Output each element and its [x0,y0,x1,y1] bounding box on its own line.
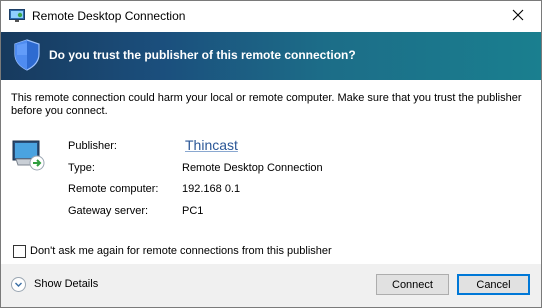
title-bar: Remote Desktop Connection [1,1,541,32]
gateway-label: Gateway server: [68,205,149,217]
trust-banner: Do you trust the publisher of this remot… [1,32,541,80]
rdp-trust-dialog: Remote Desktop Connection Do you trust t… [0,0,542,308]
type-label: Type: [68,162,95,174]
cancel-button[interactable]: Cancel [457,274,530,295]
shield-icon [13,39,41,71]
remote-computer-icon [12,139,48,173]
remote-computer-label: Remote computer: [68,183,159,195]
remote-computer-value: 192.168 0.1 [182,183,241,195]
banner-heading: Do you trust the publisher of this remot… [49,48,356,62]
window-title: Remote Desktop Connection [32,9,186,23]
dont-ask-again-label[interactable]: Don't ask me again for remote connection… [30,245,332,257]
show-details-label[interactable]: Show Details [34,278,98,290]
publisher-label: Publisher: [68,140,117,152]
connect-button[interactable]: Connect [376,274,449,295]
dialog-content: This remote connection could harm your l… [1,80,541,264]
chevron-down-icon[interactable] [11,277,26,292]
close-icon [512,8,524,26]
close-button[interactable] [495,1,541,32]
dont-ask-again-checkbox[interactable] [13,245,26,258]
dialog-footer: Show Details Connect Cancel [1,264,541,307]
type-value: Remote Desktop Connection [182,162,323,174]
warning-message: This remote connection could harm your l… [11,92,522,117]
remote-desktop-app-icon [9,9,25,23]
publisher-link[interactable]: Thincast [185,137,238,153]
gateway-value: PC1 [182,205,204,217]
